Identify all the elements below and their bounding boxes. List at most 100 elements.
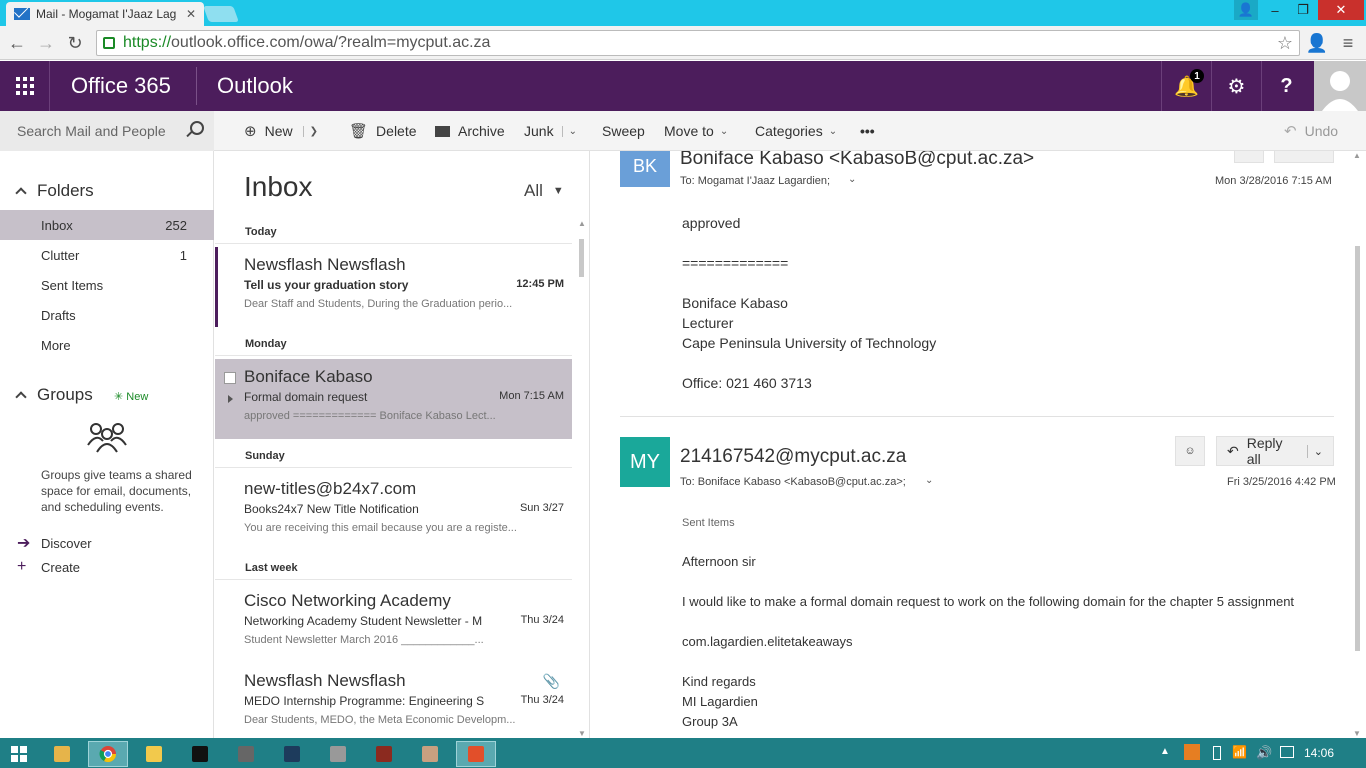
taskbar-app-dark[interactable] [180,741,220,767]
scroll-down-arrow-icon[interactable]: ▼ [578,729,586,738]
more-commands-button[interactable]: ••• [860,111,875,151]
reply-all-button[interactable]: ↶ Reply all ⌄ [1216,435,1334,467]
reply-dropdown-chevron-icon[interactable]: ⌄ [1306,444,1323,458]
groups-header[interactable]: Groups [15,385,93,405]
reading-pane-scrollbar[interactable]: ▲ ▼ [1352,151,1364,738]
groups-people-icon [86,421,128,458]
message-list-scrollbar[interactable]: ▲ ▼ [578,219,586,738]
chrome-menu-icon[interactable]: ≡ [1338,33,1358,53]
sweep-label: Sweep [602,123,645,139]
tray-app-icon[interactable] [1184,744,1200,760]
create-link[interactable]: + Create [17,558,80,576]
close-window-icon[interactable]: ✕ [1318,0,1364,20]
list-item[interactable]: new-titles@b24x7.com Books24x7 New Title… [215,471,572,551]
list-item[interactable]: Newsflash Newsflash 📎 MEDO Internship Pr… [215,663,572,738]
folder-pane: Folders Inbox 252 Clutter 1 Sent Items D… [0,151,214,738]
close-tab-icon[interactable]: ✕ [186,7,196,21]
new-tab-button[interactable] [203,6,239,22]
scrollbar-thumb[interactable] [579,239,584,277]
discover-link[interactable]: ➔ Discover [17,533,92,553]
taskbar-app-active[interactable] [456,741,496,767]
suite-divider [196,67,197,105]
account-avatar[interactable] [1314,61,1366,111]
sender-name[interactable]: Boniface Kabaso <KabasoB@cput.ac.za> [680,151,1034,170]
message-body: approved ============= Boniface Kabaso L… [682,215,937,391]
outlook-app-title[interactable]: Outlook [217,73,293,99]
delete-button[interactable]: 🗑 Delete [349,111,417,151]
folder-item-more[interactable]: More [0,330,214,360]
filter-label: All [524,181,543,200]
show-hidden-icons-icon[interactable]: ▲ [1160,746,1170,757]
minimize-icon[interactable]: – [1262,0,1288,20]
language-indicator[interactable] [1280,746,1294,758]
taskbar-app-explorer[interactable] [134,741,174,767]
scroll-up-arrow-icon[interactable]: ▲ [1353,151,1361,160]
notifications-bell-icon[interactable]: 🔔 1 [1161,61,1211,111]
taskbar-app-tools[interactable] [42,741,82,767]
undo-button[interactable]: ↶ Undo [1284,111,1338,151]
scroll-up-arrow-icon[interactable]: ▲ [578,219,586,228]
settings-gear-icon[interactable]: ⚙ [1211,61,1261,111]
folder-item-sent-items[interactable]: Sent Items [0,270,214,300]
message-preview: Dear Staff and Students, During the Grad… [244,298,513,310]
expand-recipients-icon[interactable]: ⌄ [925,475,933,486]
search-input[interactable]: Search Mail and People [0,111,214,151]
message-date: Fri 3/25/2016 4:42 PM [1227,476,1336,488]
browser-tab-mail[interactable]: Mail - Mogamat I'Jaaz Lag ✕ [6,2,204,26]
network-signal-icon[interactable]: 📶 [1232,745,1247,759]
battery-icon[interactable] [1213,746,1221,760]
recipients-line[interactable]: To: Mogamat I'Jaaz Lagardien; [680,175,830,187]
list-item[interactable]: Boniface Kabaso Formal domain request Mo… [215,359,572,439]
user-profile-icon[interactable]: 👤 [1234,0,1258,20]
app-launcher-icon[interactable] [0,61,50,111]
junk-dropdown-chevron-icon[interactable]: ⌄ [561,125,577,137]
archive-button[interactable]: Archive [435,111,505,151]
sender-name[interactable]: 214167542@mycput.ac.za [680,446,906,468]
bookmark-star-icon[interactable]: ☆ [1277,33,1293,54]
new-button[interactable]: ⊕ New ❯ [244,111,318,151]
forward-icon[interactable]: → [36,33,56,53]
list-item[interactable]: Newsflash Newsflash Tell us your graduat… [215,247,572,327]
new-dropdown-chevron-icon[interactable]: ❯ [302,125,318,137]
url-text: outlook.office.com/owa/?realm=mycput.ac.… [171,34,491,51]
emoji-button[interactable]: ☺ [1175,436,1205,466]
taskbar-app-game[interactable] [226,741,266,767]
message-preview: approved ============= Boniface Kabaso L… [244,410,496,422]
reply-all-icon: ↶ [1227,442,1239,459]
archive-box-icon [435,125,450,137]
reload-icon[interactable]: ↻ [65,33,85,53]
folder-item-drafts[interactable]: Drafts [0,300,214,330]
taskbar-app-red[interactable] [364,741,404,767]
sweep-button[interactable]: Sweep [602,111,645,151]
list-item[interactable]: Cisco Networking Academy Networking Acad… [215,583,572,663]
back-icon[interactable]: ← [7,33,27,53]
taskbar-clock[interactable]: 14:06 [1304,746,1334,760]
taskbar-app-gray[interactable] [318,741,358,767]
expand-recipients-icon[interactable]: ⌄ [848,174,856,185]
select-checkbox[interactable] [224,372,236,384]
folders-header[interactable]: Folders [15,181,94,201]
office365-brand[interactable]: Office 365 [71,73,171,99]
emoji-button[interactable] [1234,151,1264,163]
recipients-line[interactable]: To: Boniface Kabaso <KabasoB@cput.ac.za>… [680,476,906,488]
junk-button[interactable]: Junk ⌄ [524,111,577,151]
volume-icon[interactable]: 🔊 [1256,745,1272,761]
scroll-down-arrow-icon[interactable]: ▼ [1353,729,1361,738]
folder-item-inbox[interactable]: Inbox 252 [0,210,214,240]
folder-item-clutter[interactable]: Clutter 1 [0,240,214,270]
restore-icon[interactable]: ❐ [1290,0,1316,20]
expand-triangle-icon[interactable] [228,395,233,403]
taskbar-app-photo[interactable] [410,741,450,767]
taskbar-app-terminal[interactable] [272,741,312,767]
profile-icon[interactable]: 👤 [1306,33,1328,53]
url-field[interactable]: https:// outlook.office.com/owa/?realm=m… [96,30,1300,56]
filter-dropdown[interactable]: All ▼ [524,181,564,201]
start-button[interactable] [0,741,38,767]
scrollbar-thumb[interactable] [1355,246,1360,651]
categories-button[interactable]: Categories ⌄ [755,111,837,151]
reply-all-button-top[interactable] [1274,151,1334,163]
move-to-button[interactable]: Move to ⌄ [664,111,728,151]
help-icon[interactable]: ? [1261,61,1311,111]
search-icon[interactable] [190,121,204,135]
taskbar-app-chrome[interactable] [88,741,128,767]
